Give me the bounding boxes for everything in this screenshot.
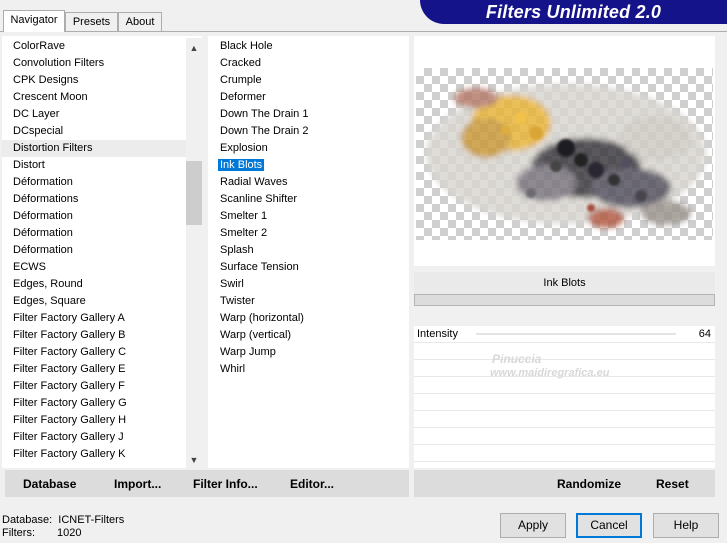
randomize-button[interactable]: Randomize <box>557 476 621 492</box>
filter-item[interactable]: Black Hole <box>208 38 409 55</box>
parameters-panel: Intensity 64 <box>414 326 715 468</box>
filter-item[interactable]: Ink Blots <box>208 157 409 174</box>
param-row-empty <box>414 343 715 360</box>
filter-item[interactable]: Whirl <box>208 361 409 378</box>
category-item[interactable]: Filter Factory Gallery A <box>2 310 197 327</box>
param-row-empty <box>414 394 715 411</box>
category-item[interactable]: Filter Factory Gallery G <box>2 395 197 412</box>
category-item[interactable]: Filter Factory Gallery C <box>2 344 197 361</box>
scroll-down-icon[interactable]: ▼ <box>186 452 202 468</box>
category-item[interactable]: Distort <box>2 157 197 174</box>
status-info: Database: ICNET-Filters Filters: 1020 <box>2 514 124 540</box>
preview-image <box>416 68 713 240</box>
ink-blots-preview <box>426 84 706 228</box>
brand-banner: Filters Unlimited 2.0 <box>420 0 727 24</box>
filter-info-button[interactable]: Filter Info... <box>193 476 258 492</box>
param-row-empty <box>414 445 715 462</box>
category-item[interactable]: Convolution Filters <box>2 55 197 72</box>
database-button[interactable]: Database <box>23 476 76 492</box>
category-item[interactable]: Filter Factory Gallery B <box>2 327 197 344</box>
filters-label: Filters: <box>2 527 35 539</box>
category-item[interactable]: ColorRave <box>2 38 197 55</box>
help-button[interactable]: Help <box>653 513 719 538</box>
category-item[interactable]: CPK Designs <box>2 72 197 89</box>
filter-item[interactable]: Down The Drain 1 <box>208 106 409 123</box>
filter-item[interactable]: Splash <box>208 242 409 259</box>
category-item[interactable]: Déformation <box>2 225 197 242</box>
filter-item[interactable]: Warp Jump <box>208 344 409 361</box>
category-item[interactable]: DCspecial <box>2 123 197 140</box>
param-value: 64 <box>698 328 711 340</box>
filter-item[interactable]: Explosion <box>208 140 409 157</box>
category-item[interactable]: ECWS <box>2 259 197 276</box>
preview-fill-bar <box>414 294 715 306</box>
reset-button[interactable]: Reset <box>656 476 689 492</box>
filter-item[interactable]: Radial Waves <box>208 174 409 191</box>
filter-item[interactable]: Warp (vertical) <box>208 327 409 344</box>
scroll-thumb[interactable] <box>186 161 202 225</box>
apply-button[interactable]: Apply <box>500 513 566 538</box>
param-row-empty <box>414 360 715 377</box>
filter-item[interactable]: Smelter 1 <box>208 208 409 225</box>
filter-item[interactable]: Surface Tension <box>208 259 409 276</box>
tab-navigator[interactable]: Navigator <box>3 10 65 32</box>
category-item[interactable]: Déformation <box>2 242 197 259</box>
database-value: ICNET-Filters <box>58 514 125 526</box>
category-item[interactable]: Edges, Square <box>2 293 197 310</box>
category-scrollbar[interactable]: ▲ ▼ <box>186 38 202 468</box>
filter-item[interactable]: Smelter 2 <box>208 225 409 242</box>
category-item[interactable]: Filter Factory Gallery H <box>2 412 197 429</box>
param-slider[interactable] <box>476 333 676 335</box>
category-item[interactable]: Déformation <box>2 208 197 225</box>
param-row-empty <box>414 411 715 428</box>
category-item[interactable]: Filter Factory Gallery K <box>2 446 197 463</box>
filter-item[interactable]: Cracked <box>208 55 409 72</box>
param-row-intensity[interactable]: Intensity 64 <box>414 326 715 343</box>
editor-button[interactable]: Editor... <box>290 476 334 492</box>
category-list[interactable]: ColorRave Convolution Filters CPK Designs C… <box>2 36 202 468</box>
category-item[interactable]: Déformations <box>2 191 197 208</box>
param-row-empty <box>414 428 715 445</box>
filter-item[interactable]: Warp (horizontal) <box>208 310 409 327</box>
category-item[interactable]: Filter Factory Gallery E <box>2 361 197 378</box>
category-item[interactable]: Filter Factory Gallery F <box>2 378 197 395</box>
filter-item[interactable]: Scanline Shifter <box>208 191 409 208</box>
category-item[interactable]: Filter Factory Gallery J <box>2 429 197 446</box>
cancel-button[interactable]: Cancel <box>576 513 642 538</box>
category-item[interactable]: Déformation <box>2 174 197 191</box>
import-button[interactable]: Import... <box>114 476 161 492</box>
category-item[interactable]: DC Layer <box>2 106 197 123</box>
preview-filter-name: Ink Blots <box>414 272 715 294</box>
category-item[interactable]: Crescent Moon <box>2 89 197 106</box>
database-label: Database: <box>2 514 53 526</box>
category-item[interactable]: Edges, Round <box>2 276 197 293</box>
filter-item[interactable]: Crumple <box>208 72 409 89</box>
filter-item[interactable]: Down The Drain 2 <box>208 123 409 140</box>
tab-about[interactable]: About <box>118 12 162 31</box>
filter-item[interactable]: Twister <box>208 293 409 310</box>
filter-list[interactable]: Black Hole Cracked Crumple Deformer Down The… <box>208 36 409 468</box>
category-item[interactable]: Distortion Filters <box>2 140 197 157</box>
tab-presets[interactable]: Presets <box>65 12 118 31</box>
param-label: Intensity <box>417 328 458 340</box>
scroll-up-icon[interactable]: ▲ <box>186 40 202 56</box>
filter-item[interactable]: Swirl <box>208 276 409 293</box>
filters-value: 1020 <box>57 527 82 539</box>
param-row-empty <box>414 377 715 394</box>
filter-item[interactable]: Deformer <box>208 89 409 106</box>
